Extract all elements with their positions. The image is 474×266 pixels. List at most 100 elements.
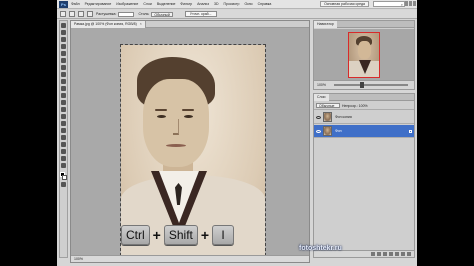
new-selection-icon[interactable] [69,11,75,17]
document-status-bar: 100% [71,255,309,262]
key-ctrl: Ctrl [121,225,150,245]
document-title: Рамка.jpg @ 100% (Фон копия, RGB/8) [74,22,137,26]
menu-layer[interactable]: Слои [143,2,152,6]
style-label: Стиль: [138,12,150,16]
crop-tool-icon[interactable] [61,51,66,56]
keyboard-shortcut-overlay: Ctrl + Shift + I [121,225,235,245]
mouth [166,144,186,147]
menu-window[interactable]: Окно [244,2,252,6]
menu-select[interactable]: Выделение [157,2,176,6]
eraser-tool-icon[interactable] [61,93,66,98]
document-tab[interactable]: Рамка.jpg @ 100% (Фон копия, RGB/8) × [71,21,146,28]
tab-navigator[interactable]: Навигатор [314,21,337,28]
shape-tool-icon[interactable] [61,142,66,147]
close-icon[interactable]: × [140,22,142,26]
3d-rotate-tool-icon[interactable] [61,149,66,154]
thumb-face [358,41,371,59]
layer-row-background[interactable]: Фон [314,125,414,138]
menu-3d[interactable]: 3D [214,2,218,6]
quick-mask-icon[interactable] [61,182,66,187]
zoom-status[interactable]: 100% [74,257,83,261]
dodge-tool-icon[interactable] [61,114,66,119]
quick-select-tool-icon[interactable] [61,44,66,49]
right-eye [184,115,193,118]
tab-layers[interactable]: Слои [314,94,329,101]
new-layer-icon[interactable] [401,252,405,256]
navigator-view-box[interactable] [348,32,380,78]
trash-icon[interactable] [407,252,411,256]
background-color-swatch[interactable] [62,175,67,180]
blur-tool-icon[interactable] [61,107,66,112]
brush-tool-icon[interactable] [61,72,66,77]
menu-help[interactable]: Справка [258,2,272,6]
stamp-tool-icon[interactable] [61,79,66,84]
layer-thumbnail [323,126,332,136]
document-window: Рамка.jpg @ 100% (Фон копия, RGB/8) × Ct… [70,20,310,263]
visibility-eye-icon[interactable] [316,115,321,119]
lasso-tool-icon[interactable] [61,37,66,42]
portrait-photo[interactable] [120,44,266,256]
photoshop-logo-icon: Ps [59,0,68,8]
layer-mask-icon[interactable] [383,252,387,256]
layer-name[interactable]: Фон копия [335,115,352,119]
tools-panel [59,20,68,258]
options-bar: Растушевка: Стиль: Обычный Уточн. край..… [57,10,417,19]
hand-tool-icon[interactable] [61,156,66,161]
maximize-button[interactable] [409,1,412,6]
nose [173,119,179,135]
search-input[interactable]: ⌕ [373,1,405,7]
marquee-tool-icon[interactable] [61,30,66,35]
healing-tool-icon[interactable] [61,65,66,70]
workspace-button[interactable]: Основная рабочая среда [320,1,369,7]
layers-tab-bar: Слои [314,94,414,101]
visibility-eye-icon[interactable] [316,129,321,133]
type-tool-icon[interactable] [61,128,66,133]
menu-filter[interactable]: Фильтр [180,2,192,6]
layer-row-background-copy[interactable]: Фон копия [314,111,414,124]
feather-input[interactable] [118,11,135,17]
opacity-label[interactable]: Непрозр.: 100% [342,104,368,108]
canvas-area[interactable]: Ctrl + Shift + I [71,29,309,256]
key-i: I [212,225,235,245]
color-swatches[interactable] [60,172,67,180]
new-group-icon[interactable] [395,252,399,256]
minimize-button[interactable] [405,1,408,6]
thumb-v-neck [359,60,371,74]
navigator-tab-bar: Навигатор [314,21,414,28]
move-tool-icon[interactable] [61,23,66,28]
zoom-tool-icon[interactable] [61,163,66,168]
menu-file[interactable]: Файл [71,2,80,6]
path-select-tool-icon[interactable] [61,135,66,140]
menu-image[interactable]: Изображение [116,2,138,6]
layer-thumbnail [323,112,332,122]
zoom-slider[interactable] [334,82,408,88]
blend-mode-select[interactable]: Обычные [316,103,340,108]
add-selection-icon[interactable] [78,11,84,17]
eyedropper-tool-icon[interactable] [61,58,66,63]
menu-analysis[interactable]: Анализ [197,2,209,6]
left-eye [157,115,166,118]
pen-tool-icon[interactable] [61,121,66,126]
close-button[interactable] [413,1,416,6]
zoom-slider-handle[interactable] [359,82,364,88]
refine-edge-button[interactable]: Уточн. край... [184,11,217,17]
link-layers-icon[interactable] [371,252,375,256]
document-tab-bar: Рамка.jpg @ 100% (Фон копия, RGB/8) × [71,21,309,28]
zoom-value[interactable]: 100% [317,83,331,87]
marquee-tool-icon[interactable] [60,11,66,17]
window-controls [405,1,416,6]
navigator-preview[interactable] [314,29,414,81]
menu-view[interactable]: Просмотр [223,2,239,6]
right-eyebrow [182,109,194,111]
gradient-tool-icon[interactable] [61,100,66,105]
lock-icon [409,129,412,133]
subtract-selection-icon[interactable] [87,11,93,17]
layer-name[interactable]: Фон [335,129,342,133]
style-select[interactable]: Обычный [151,11,173,17]
history-brush-tool-icon[interactable] [61,86,66,91]
adjustment-layer-icon[interactable] [389,252,393,256]
menu-edit[interactable]: Редактирование [85,2,112,6]
layers-panel: Слои Обычные Непрозр.: 100% Фон копия Фо… [313,93,415,258]
left-eyebrow [155,109,167,111]
layer-style-icon[interactable] [377,252,381,256]
